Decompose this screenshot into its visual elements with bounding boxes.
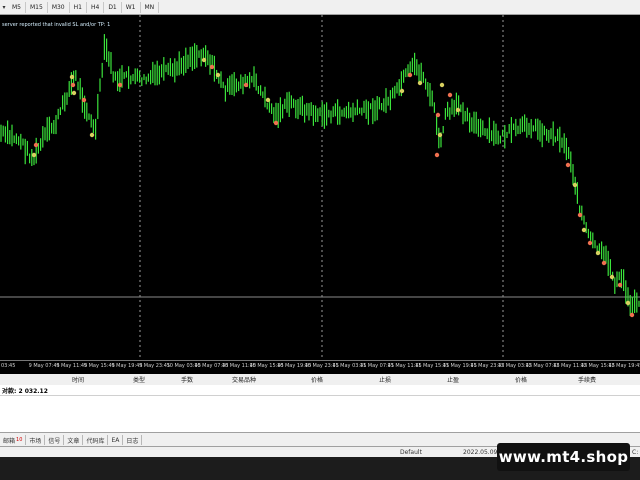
timeframe-toolbar: ▾ M5 M15 M30 H1 H4 D1 W1 MN [0, 0, 640, 15]
timeframe-button-d1[interactable]: D1 [104, 1, 122, 13]
trade-marker [265, 97, 271, 103]
time-axis-label: 12 May 19:45 [608, 363, 640, 369]
trade-marker [447, 92, 453, 98]
terminal-tab-label: 日志 [126, 437, 139, 445]
balance-row: 对款: 2 032.12 [0, 385, 640, 396]
time-axis-label: 03:45 [1, 363, 16, 369]
trade-marker [437, 132, 443, 138]
trade-marker [31, 152, 37, 158]
timeframe-button-w1[interactable]: W1 [122, 1, 141, 13]
terminal-body [0, 396, 640, 432]
timeframe-button-m30[interactable]: M30 [48, 1, 70, 13]
terminal-tab-label: 信号 [48, 437, 61, 445]
trade-marker [71, 90, 77, 96]
trade-marker [587, 240, 593, 246]
time-axis-label: 9 May 15:45 [83, 363, 115, 369]
trade-marker [601, 260, 607, 266]
watermark-text: www.mt4.shop [498, 448, 629, 466]
timeframe-button-m5[interactable]: M5 [8, 1, 26, 13]
time-axis: 03:45 9 May 07:45 9 May 11:45 9 May 15:45 9 … [0, 360, 640, 375]
column-header[interactable]: 价格 [515, 375, 527, 384]
trade-marker [81, 97, 87, 103]
terminal-tab[interactable]: 邮箱 10 [0, 435, 27, 445]
trade-marker [33, 142, 39, 148]
time-axis-label: 9 May 19:45 [111, 363, 143, 369]
trade-marker [565, 162, 571, 168]
timeframe-list: M5 M15 M30 H1 H4 D1 W1 MN [8, 1, 160, 13]
unread-badge: 10 [16, 437, 23, 443]
column-header[interactable]: 价格 [311, 375, 323, 384]
trade-marker [609, 274, 615, 280]
trade-marker [417, 80, 423, 86]
column-header[interactable]: 手数 [181, 375, 193, 384]
terminal-tab[interactable]: 信号 [45, 435, 65, 445]
trade-marker [243, 82, 249, 88]
trade-marker [434, 152, 440, 158]
status-right: C: [632, 449, 639, 456]
trade-marker [69, 74, 75, 80]
price-chart[interactable]: server reported that invalid SL and/or T… [0, 15, 640, 360]
terminal-tab-label: 市场 [29, 437, 42, 445]
column-header[interactable]: 时间 [72, 375, 84, 384]
trade-marker [215, 72, 221, 78]
balance-text: 对款: 2 032.12 [2, 388, 48, 395]
status-profile: Default [400, 449, 422, 456]
chart-canvas [0, 15, 640, 360]
timeframe-button-m15[interactable]: M15 [26, 1, 48, 13]
terminal-tab-label: EA [111, 436, 120, 444]
trade-marker [439, 82, 445, 88]
timeframe-button-h4[interactable]: H4 [87, 1, 105, 13]
trade-marker [407, 72, 413, 78]
terminal-tab[interactable]: EA [108, 435, 124, 445]
toolbar-dropdown-arrow-icon[interactable]: ▾ [0, 1, 8, 13]
column-header[interactable]: 止损 [379, 375, 391, 384]
terminal-tab[interactable]: 市场 [26, 435, 46, 445]
time-axis-label: 9 May 07:45 [28, 363, 60, 369]
trade-marker [617, 282, 623, 288]
trade-marker [577, 212, 583, 218]
trade-marker [273, 120, 279, 126]
trade-marker [89, 132, 95, 138]
trade-marker [435, 112, 441, 118]
trade-marker [629, 312, 635, 318]
chart-message: server reported that invalid SL and/or T… [2, 22, 111, 28]
time-axis-label: 9 May 11:45 [56, 363, 88, 369]
timeframe-button-mn[interactable]: MN [141, 1, 160, 13]
terminal-tab-label: 文章 [67, 437, 80, 445]
column-header[interactable]: 手续费 [578, 375, 596, 384]
column-header[interactable]: 类型 [133, 375, 145, 384]
terminal-tab[interactable]: 代码库 [83, 435, 109, 445]
watermark-badge: www.mt4.shop [497, 443, 630, 471]
trade-marker [455, 107, 461, 113]
timeframe-button-h1[interactable]: H1 [70, 1, 87, 13]
trade-marker [581, 227, 587, 233]
terminal-tab-label: 邮箱 [3, 437, 16, 445]
trade-marker [595, 250, 601, 256]
trade-marker [399, 88, 405, 94]
trade-marker [572, 182, 578, 188]
terminal-tab-label: 代码库 [86, 437, 105, 445]
column-header[interactable]: 交易品种 [232, 375, 256, 384]
terminal-tab[interactable]: 日志 [123, 435, 143, 445]
trade-marker [201, 57, 207, 63]
terminal-tab[interactable]: 文章 [64, 435, 84, 445]
trade-marker [117, 82, 123, 88]
trade-marker [209, 64, 215, 70]
trade-marker [625, 300, 631, 306]
column-header[interactable]: 止盈 [447, 375, 459, 384]
time-axis-label: 9 May 23:45 [139, 363, 171, 369]
trade-marker [70, 82, 76, 88]
